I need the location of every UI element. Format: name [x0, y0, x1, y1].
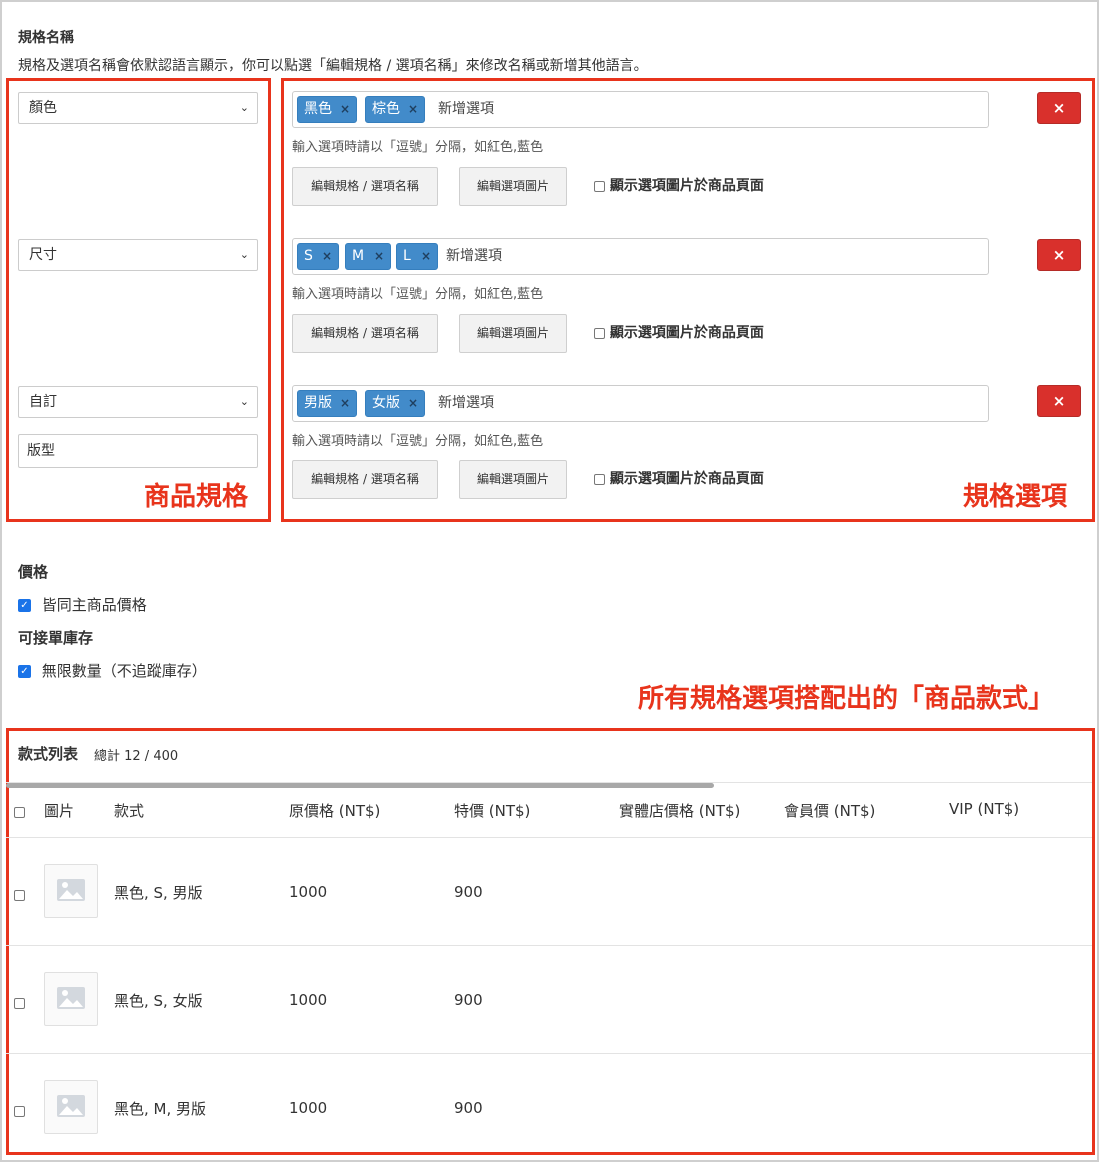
column-header-member-price: 會員價 (NT$) — [784, 802, 876, 820]
price-title: 價格 — [18, 563, 49, 581]
variant-price[interactable]: 1000 — [289, 991, 327, 1009]
row-select[interactable] — [14, 885, 25, 904]
table-divider — [6, 945, 1092, 946]
same-price-label: 皆同主商品價格 — [41, 596, 147, 614]
image-placeholder-icon[interactable] — [44, 864, 98, 918]
variants-count: 總計 12 / 400 — [94, 749, 179, 764]
variant-sale-price[interactable]: 900 — [454, 991, 483, 1009]
row-checkbox[interactable] — [14, 890, 25, 901]
row-checkbox[interactable] — [14, 998, 25, 1009]
variant-name: 黑色, M, 男版 — [114, 1100, 207, 1118]
column-header-image: 圖片 — [44, 802, 75, 820]
row-checkbox[interactable] — [14, 1106, 25, 1117]
variants-annotation-label: 所有規格選項搭配出的「商品款式」 — [638, 684, 1055, 714]
spec-section-title: 規格名稱 — [18, 30, 74, 46]
spec-highlight-box — [6, 78, 271, 522]
options-annotation-label: 規格選項 — [963, 482, 1068, 512]
variant-name: 黑色, S, 男版 — [114, 884, 203, 902]
variant-sale-price[interactable]: 900 — [454, 1099, 483, 1117]
column-header-variant: 款式 — [114, 802, 145, 820]
image-placeholder-icon[interactable] — [44, 1080, 98, 1134]
variant-price[interactable]: 1000 — [289, 883, 327, 901]
select-all-option[interactable] — [14, 802, 25, 821]
table-divider — [6, 1053, 1092, 1054]
table-divider — [6, 837, 1092, 838]
variants-highlight-box — [6, 728, 1095, 1155]
row-select[interactable] — [14, 1101, 25, 1120]
variant-sale-price[interactable]: 900 — [454, 883, 483, 901]
unlimited-stock-label: 無限數量（不追蹤庫存） — [41, 662, 207, 680]
table-divider — [6, 782, 1092, 783]
same-price-option[interactable]: ✓ 皆同主商品價格 — [18, 594, 147, 615]
unlimited-stock-option[interactable]: ✓ 無限數量（不追蹤庫存） — [18, 660, 207, 681]
same-price-checkbox[interactable]: ✓ — [18, 599, 31, 612]
variant-name: 黑色, S, 女版 — [114, 992, 203, 1010]
row-select[interactable] — [14, 993, 25, 1012]
unlimited-stock-checkbox[interactable]: ✓ — [18, 665, 31, 678]
column-header-price: 原價格 (NT$) — [289, 802, 381, 820]
select-all-checkbox[interactable] — [14, 807, 25, 818]
horizontal-scrollbar[interactable] — [6, 783, 714, 788]
column-header-sale-price: 特價 (NT$) — [454, 802, 531, 820]
column-header-store-price: 實體店價格 (NT$) — [619, 802, 741, 820]
spec-section-description: 規格及選項名稱會依默認語言顯示，你可以點選「編輯規格 / 選項名稱」來修改名稱或… — [18, 58, 648, 74]
options-highlight-box — [281, 78, 1095, 522]
variants-title: 款式列表 — [18, 745, 79, 763]
spec-annotation-label: 商品規格 — [144, 482, 249, 512]
stock-title: 可接單庫存 — [18, 629, 94, 647]
image-placeholder-icon[interactable] — [44, 972, 98, 1026]
variant-price[interactable]: 1000 — [289, 1099, 327, 1117]
column-header-vip-price: VIP (NT$) — [949, 800, 1020, 818]
